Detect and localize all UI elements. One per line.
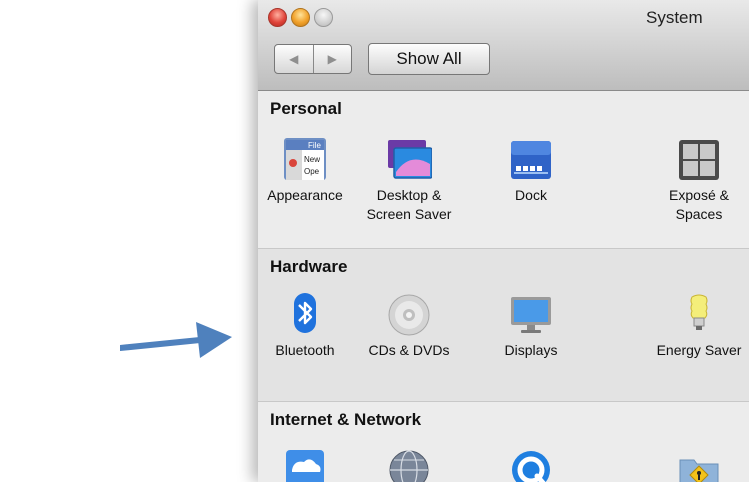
window-title: System [646, 8, 703, 27]
minimize-window-button[interactable] [291, 8, 310, 27]
bluetooth-icon [282, 291, 328, 337]
pref-appearance[interactable]: File New Ope Appearance [258, 136, 360, 205]
section-hardware: Hardware Bluetooth CDs & DVDs Displays E… [258, 249, 749, 402]
lightbulb-icon [676, 291, 722, 337]
show-all-button[interactable]: Show All [368, 43, 490, 75]
section-title-hardware: Hardware [270, 257, 348, 276]
sharing-folder-icon [676, 448, 722, 482]
svg-text:File: File [308, 141, 321, 150]
pref-expose-spaces[interactable]: Exposé & Spaces [644, 136, 749, 224]
pref-label: Displays [504, 342, 558, 358]
system-preferences-window: System ◀ ▶ Show All Personal File New Op… [258, 0, 749, 482]
quicktime-icon [508, 448, 554, 482]
svg-text:New: New [304, 155, 320, 164]
pref-label: Energy Saver [656, 342, 742, 358]
pref-label: Desktop & Screen Saver [366, 187, 452, 222]
pref-label: Exposé & Spaces [669, 187, 729, 222]
pref-cds-dvds[interactable]: CDs & DVDs [354, 291, 464, 360]
pref-desktop-screen-saver[interactable]: Desktop & Screen Saver [354, 136, 464, 224]
window-toolbar: System ◀ ▶ Show All [258, 0, 749, 91]
globe-icon [386, 448, 432, 482]
appearance-icon: File New Ope [282, 136, 328, 182]
pref-dock[interactable]: Dock [476, 136, 586, 205]
annotation-arrow [120, 322, 232, 358]
zoom-window-button[interactable] [314, 8, 333, 27]
pref-internet-2[interactable] [354, 448, 464, 482]
pref-internet-3[interactable] [476, 448, 586, 482]
section-title-personal: Personal [270, 99, 342, 118]
pref-internet-4[interactable] [644, 448, 749, 482]
pref-label: Dock [515, 187, 547, 203]
pref-displays[interactable]: Displays [476, 291, 586, 360]
dock-icon [508, 136, 554, 182]
forward-button[interactable]: ▶ [312, 45, 352, 73]
pref-label: CDs & DVDs [368, 342, 450, 358]
svg-text:Ope: Ope [304, 167, 320, 176]
pref-label: Appearance [267, 187, 343, 203]
expose-icon [676, 136, 722, 182]
pref-energy-saver[interactable]: Energy Saver [644, 291, 749, 360]
cd-icon [386, 291, 432, 337]
close-window-button[interactable] [268, 8, 287, 27]
back-button[interactable]: ◀ [275, 45, 313, 73]
pref-label: Bluetooth [275, 342, 335, 358]
display-icon [508, 291, 554, 337]
desktop-icon [386, 136, 433, 182]
section-title-internet: Internet & Network [270, 410, 422, 429]
navigation-segment: ◀ ▶ [274, 44, 352, 74]
pref-bluetooth[interactable]: Bluetooth [258, 291, 360, 360]
pref-internet-1[interactable] [258, 448, 360, 482]
cloud-icon [282, 448, 328, 482]
section-internet-network: Internet & Network [258, 402, 749, 482]
section-personal: Personal File New Ope Appearance Desktop… [258, 91, 749, 249]
